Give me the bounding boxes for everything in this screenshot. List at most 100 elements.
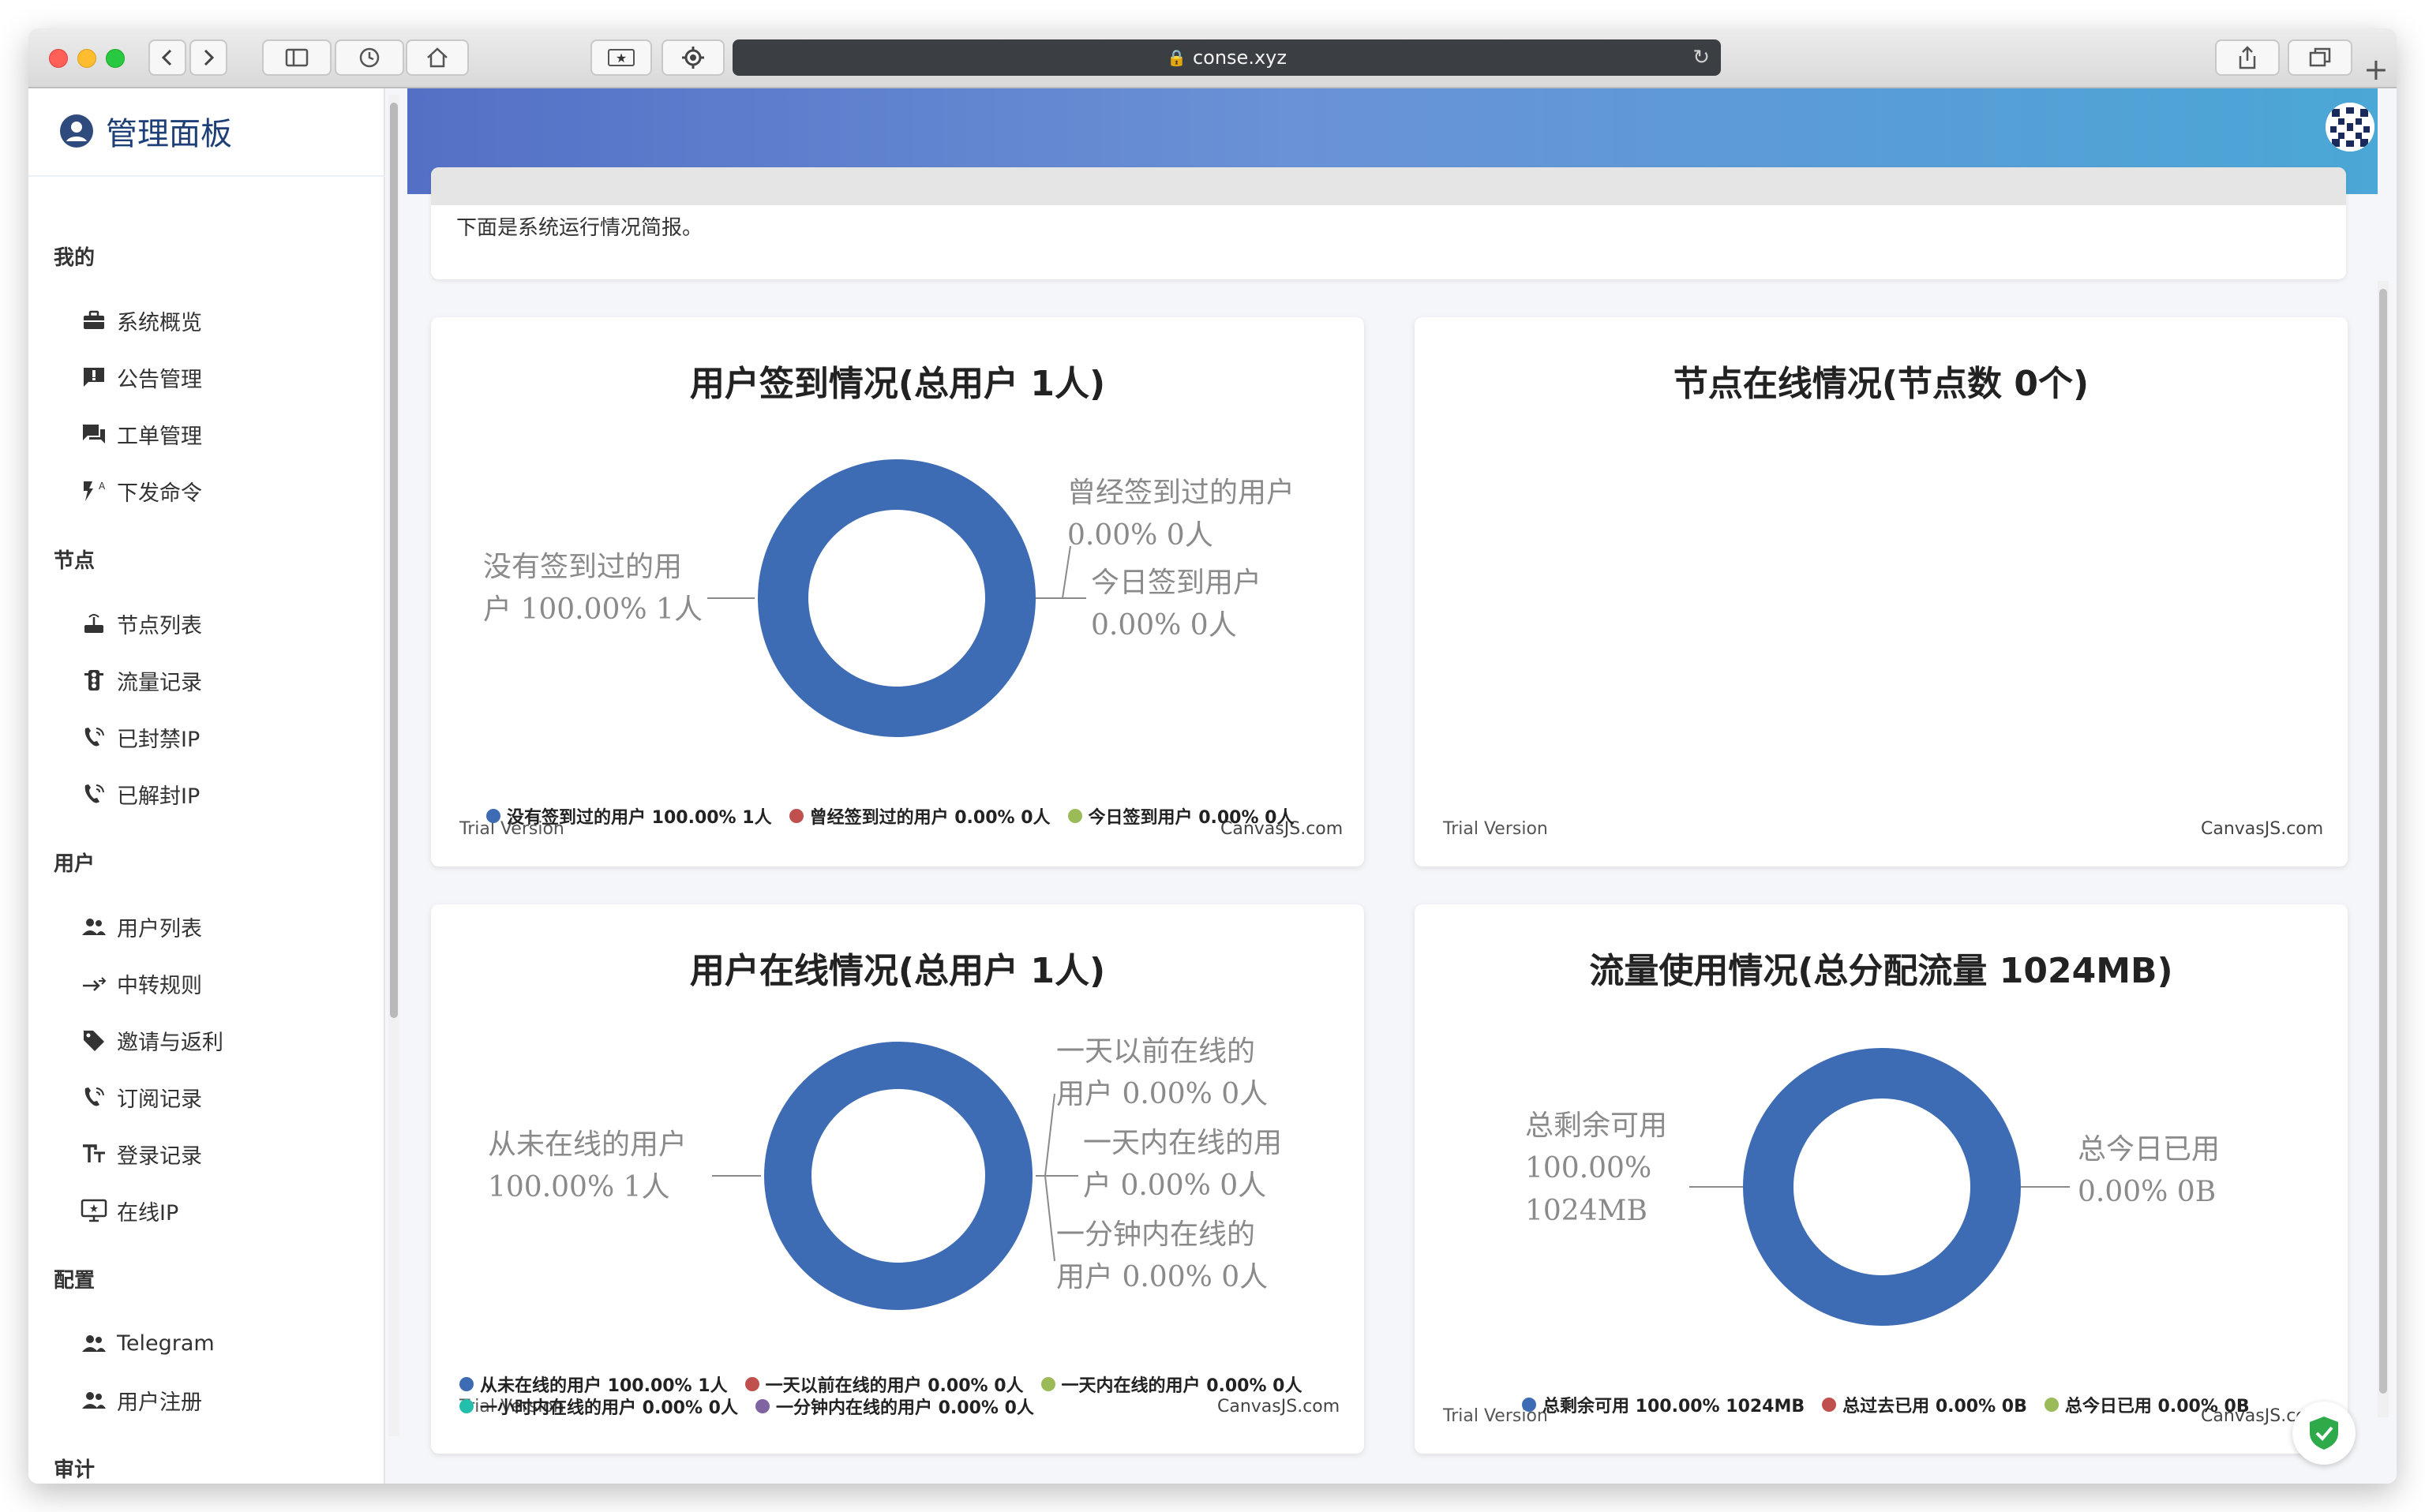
sidebar-item-label: 已解封IP — [117, 784, 201, 809]
svg-text:★: ★ — [616, 51, 627, 65]
chevron-right-icon — [204, 49, 215, 66]
donut-group — [758, 459, 1036, 737]
gear-icon — [682, 47, 704, 69]
sidebar-scrollbar-thumb[interactable] — [390, 103, 398, 1018]
legend-dot — [459, 1399, 474, 1413]
notice-header — [431, 167, 2346, 205]
phone-icon — [79, 724, 109, 750]
sidebar-item-tickets[interactable]: 工单管理 — [79, 418, 202, 450]
sidebar-item-banned-ip[interactable]: 已封禁IP — [79, 721, 200, 753]
callout-label: 一天以前在线的 用户 0.00% 0人 — [1056, 1031, 1268, 1116]
sidebar-item-invites[interactable]: 邀请与返利 — [79, 1024, 223, 1056]
tag-icon — [79, 1027, 109, 1053]
zoom-window-button[interactable] — [106, 49, 125, 68]
sidebar-item-traffic-log[interactable]: 流量记录 — [79, 664, 202, 696]
bookmark-extension-button[interactable]: ★ — [590, 39, 652, 76]
callout-label: 曾经签到过的用户 0.00% 0人 — [1067, 472, 1295, 557]
legend-item[interactable]: 一天内在线的用户 0.00% 0人 — [1040, 1373, 1302, 1396]
callout-line-text: 0.00% 0人 — [1067, 519, 1213, 552]
legend-item[interactable]: 总剩余可用 100.00% 1024MB — [1522, 1394, 1805, 1417]
chart-title: 用户签到情况(总用户 1人) — [689, 364, 1106, 404]
sidebar-item-label: 用户注册 — [117, 1390, 202, 1415]
callout-line-text: 用户 0.00% 0人 — [1056, 1261, 1269, 1293]
callout-line-text: 100.00% 1人 — [488, 1171, 670, 1203]
sidebar-item-label: 中转规则 — [117, 973, 202, 998]
announcement-icon — [79, 365, 109, 390]
sidebar-toggle-button[interactable] — [262, 39, 332, 76]
sidebar-item-label: Telegram — [117, 1330, 215, 1356]
sidebar-item-label: 下发命令 — [117, 481, 202, 506]
legend-item[interactable]: 一天以前在线的用户 0.00% 0人 — [744, 1373, 1024, 1396]
donut-slice-0[interactable] — [1743, 1048, 2021, 1326]
callout-line-text: 100.00% — [1525, 1152, 1652, 1185]
legend-item[interactable]: 从未在线的用户 100.00% 1人 — [459, 1373, 728, 1396]
sidebar-item-node-list[interactable]: 节点列表 — [79, 608, 202, 639]
sidebar-item-user-list[interactable]: 用户列表 — [79, 911, 202, 942]
legend-item[interactable]: 曾经签到过的用户 0.00% 0人 — [789, 805, 1051, 828]
main-content: 下面是系统运行情况简报。 用户签到情况(总用户 1人) 没有签到过的用 户 10… — [407, 88, 2397, 1484]
sidebar-item-relay-rules[interactable]: 中转规则 — [79, 967, 202, 999]
briefcase-icon — [79, 308, 109, 333]
sidebar-item-announcements[interactable]: 公告管理 — [79, 361, 202, 393]
donut-slice-0[interactable] — [758, 459, 1036, 737]
share-button[interactable] — [2215, 39, 2280, 76]
legend-dot — [789, 809, 804, 823]
legend-item[interactable]: 总过去已用 0.00% 0B — [1822, 1394, 2027, 1417]
forward-button[interactable] — [189, 39, 227, 76]
sidebar-item-subscriptions[interactable]: 订阅记录 — [79, 1081, 202, 1113]
callout-label: 总今日已用 0.00% 0B — [2078, 1128, 2220, 1214]
sidebar-icon — [285, 48, 309, 67]
sidebar-item-overview[interactable]: 系统概览 — [79, 305, 202, 336]
people-icon — [79, 1330, 109, 1356]
reload-icon[interactable]: ↻ — [1692, 46, 1710, 69]
legend-label: 总今日已用 0.00% 0B — [2064, 1397, 2250, 1417]
new-tab-button[interactable]: + — [2363, 52, 2389, 87]
legend-dot — [2044, 1398, 2059, 1412]
sidebar-item-commands[interactable]: A 下发命令 — [79, 475, 202, 507]
legend-item[interactable]: 一小时内在线的用户 0.00% 0人 — [459, 1395, 738, 1418]
main-scrollbar-thumb[interactable] — [2379, 289, 2387, 1394]
group-label-nodes: 节点 — [54, 549, 96, 573]
avatar[interactable] — [2326, 103, 2374, 152]
legend-item[interactable]: 没有签到过的用户 100.00% 1人 — [486, 805, 772, 828]
group-label-audit: 审计 — [54, 1458, 96, 1482]
sidebar-item-telegram[interactable]: Telegram — [79, 1327, 215, 1359]
people-icon — [79, 914, 109, 939]
router-icon — [79, 611, 109, 636]
legend-label: 总剩余可用 100.00% 1024MB — [1542, 1397, 1805, 1417]
close-window-button[interactable] — [49, 49, 68, 68]
legend-item[interactable]: 一分钟内在线的用户 0.00% 0人 — [755, 1395, 1034, 1418]
callout-label: 今日签到用户 0.00% 0人 — [1091, 562, 1261, 647]
sidebar-item-registration[interactable]: 用户注册 — [79, 1384, 202, 1416]
legend-dot — [744, 1377, 759, 1391]
callout-line-text: 用户 0.00% 0人 — [1056, 1078, 1269, 1110]
legend-label: 一分钟内在线的用户 0.00% 0人 — [775, 1398, 1034, 1418]
callout-line — [1036, 1093, 1055, 1177]
sidebar-item-label: 流量记录 — [117, 670, 202, 695]
sidebar-item-online-ip[interactable]: 在线IP — [79, 1195, 178, 1226]
security-shield-button[interactable] — [2292, 1402, 2356, 1465]
sidebar-item-unbanned-ip[interactable]: 已解封IP — [79, 778, 200, 810]
legend-item[interactable]: 今日签到用户 0.00% 0人 — [1067, 805, 1294, 828]
home-button[interactable] — [406, 39, 469, 76]
phone-icon — [79, 781, 109, 807]
brand[interactable]: 管理面板 — [58, 107, 232, 155]
history-button[interactable] — [335, 39, 404, 76]
sidebar-item-label: 公告管理 — [117, 367, 202, 392]
address-bar[interactable]: 🔒 conse.xyz ↻ — [733, 39, 1721, 76]
callout-line-text: 一天内在线的用 — [1083, 1127, 1283, 1159]
legend-dot — [1040, 1377, 1055, 1391]
tabs-overview-button[interactable] — [2288, 39, 2352, 76]
settings-extension-button[interactable] — [662, 39, 725, 76]
lock-icon: 🔒 — [1167, 48, 1186, 67]
callout-label: 一分钟内在线的 用户 0.00% 0人 — [1056, 1214, 1268, 1299]
back-button[interactable] — [148, 39, 186, 76]
sidebar-item-label: 用户列表 — [117, 916, 202, 941]
sidebar-item-login-log[interactable]: 登录记录 — [79, 1138, 202, 1170]
callout-label: 没有签到过的用 户 100.00% 1人 — [483, 546, 703, 631]
legend-item[interactable]: 总今日已用 0.00% 0B — [2044, 1394, 2250, 1417]
canvasjs-credit[interactable]: CanvasJS.com — [2201, 819, 2323, 839]
donut-slice-0[interactable] — [764, 1042, 1033, 1310]
minimize-window-button[interactable] — [77, 49, 96, 68]
sidebar-item-label: 在线IP — [117, 1200, 179, 1226]
